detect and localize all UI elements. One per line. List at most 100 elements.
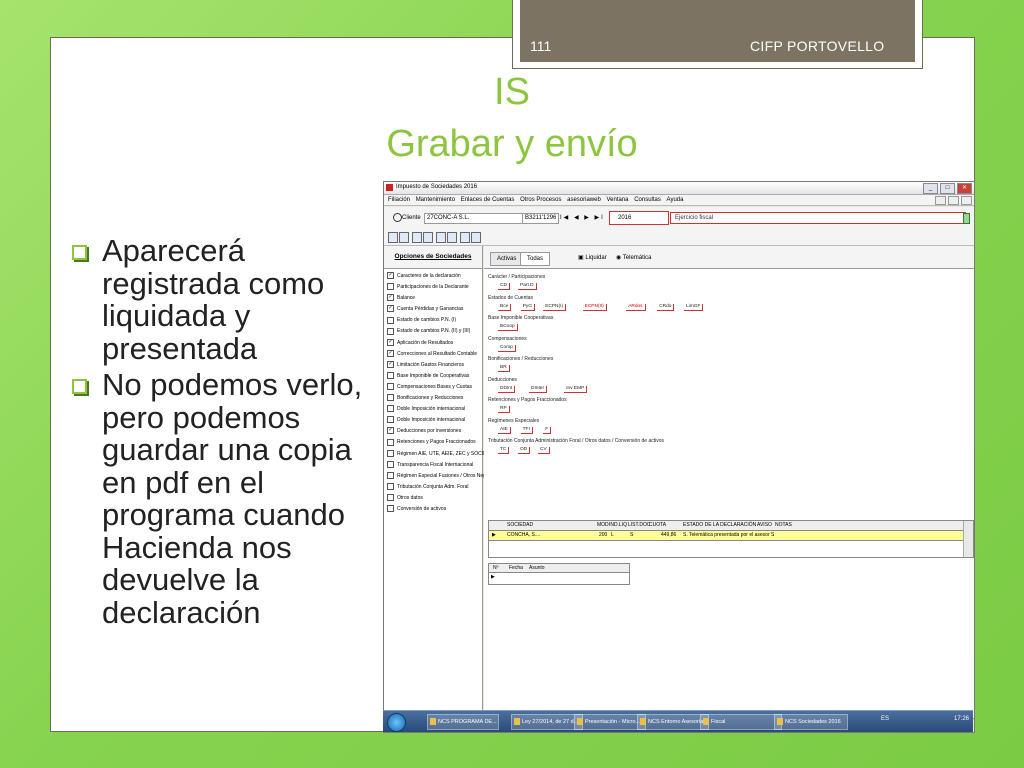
section-button[interactable]: Part.D xyxy=(518,283,537,290)
option-item[interactable]: Compensaciones Bases y Cuotas xyxy=(387,382,482,393)
close-button[interactable]: ✕ xyxy=(957,183,972,194)
section-button[interactable]: BR xyxy=(498,365,510,372)
option-checkbox[interactable]: ✓ xyxy=(387,338,394,346)
option-item[interactable]: Tributación Conjunta Adm. Foral xyxy=(387,482,482,493)
option-checkbox[interactable]: ✓ xyxy=(387,360,394,368)
section-button[interactable]: Comp xyxy=(498,344,516,352)
option-checkbox[interactable] xyxy=(387,460,394,468)
option-item[interactable]: ✓ Cuenta Pérdidas y Ganancias xyxy=(387,304,482,315)
option-checkbox[interactable]: ✓ xyxy=(387,427,394,435)
option-item[interactable]: Transparencia Fiscal Internacional xyxy=(387,460,482,471)
tab-activas[interactable]: Activas xyxy=(490,252,524,266)
section-button[interactable]: CD xyxy=(498,283,510,290)
taskbar-item[interactable]: Presentación - Micro... xyxy=(574,714,646,730)
section-button[interactable]: PyG xyxy=(520,303,535,311)
option-checkbox[interactable] xyxy=(387,438,394,446)
option-checkbox[interactable] xyxy=(387,316,394,324)
option-checkbox[interactable]: ✓ xyxy=(387,294,394,302)
menu-ventana[interactable]: Ventana xyxy=(606,195,628,205)
option-item[interactable]: Estado de cambios P.N. (II) y (III) xyxy=(387,326,482,337)
option-checkbox[interactable] xyxy=(387,394,394,402)
menu-enlaces[interactable]: Enlaces de Cuentas xyxy=(461,195,515,205)
option-item[interactable]: Base Imponible de Cooperativas xyxy=(387,371,482,382)
section-button[interactable]: DInter xyxy=(529,385,548,393)
grid-scrollbar[interactable] xyxy=(963,521,973,557)
option-checkbox[interactable]: ✓ xyxy=(387,272,394,280)
section-button[interactable]: CV xyxy=(538,447,550,454)
copy-icon[interactable] xyxy=(412,232,422,243)
option-item[interactable]: ✓ Balance xyxy=(387,293,482,304)
table-row[interactable]: ▶ CONCHA, S.... 200 L S 449,86 S. Telemá… xyxy=(489,531,963,541)
maximize-button[interactable]: □ xyxy=(940,183,955,194)
taskbar-item[interactable]: Ley 27/2014, de 27 d... xyxy=(511,714,583,730)
print-icon[interactable] xyxy=(399,232,409,243)
option-checkbox[interactable]: ✓ xyxy=(387,349,394,357)
section-button[interactable]: RP xyxy=(498,406,510,413)
option-checkbox[interactable] xyxy=(387,494,394,502)
section-button[interactable]: ECPN(II) xyxy=(582,303,607,311)
option-item[interactable]: Conversión de activos xyxy=(387,504,482,515)
option-checkbox[interactable] xyxy=(387,405,394,413)
option-checkbox[interactable] xyxy=(387,471,394,479)
client-nif-field[interactable]: B3211'1296 xyxy=(522,213,559,224)
option-item[interactable]: Otros datos xyxy=(387,493,482,504)
menu-ayuda[interactable]: Ayuda xyxy=(667,195,684,205)
option-checkbox[interactable]: ✓ xyxy=(387,305,394,313)
exit-icon[interactable] xyxy=(471,232,481,243)
option-checkbox[interactable] xyxy=(387,283,394,291)
option-checkbox[interactable] xyxy=(387,449,394,457)
option-item[interactable]: Régimen AIE, UTE, AEIE, ZEC y SOCIMI xyxy=(387,449,489,460)
option-item[interactable]: Doble Imposición internacional xyxy=(387,415,482,426)
mdi-close-button[interactable] xyxy=(961,196,972,205)
taskbar-item[interactable]: NCS Sociedades 2016 xyxy=(774,714,848,730)
option-item[interactable]: Bonificaciones y Reducciones xyxy=(387,393,482,404)
menu-otros-procesos[interactable]: Otros Procesos xyxy=(520,195,561,205)
menu-asesoriaweb[interactable]: asesoriaweb xyxy=(567,195,601,205)
option-item[interactable]: ✓ Deducciones por inversiones xyxy=(387,426,482,437)
option-checkbox[interactable] xyxy=(387,327,394,335)
menu-consultas[interactable]: Consultas xyxy=(634,195,661,205)
mdi-restore-button[interactable] xyxy=(948,196,959,205)
year-field[interactable]: 2016 xyxy=(609,211,669,225)
client-name-field[interactable]: 27CONC-A S.L. xyxy=(424,213,523,224)
ejercicio-field[interactable]: Ejercicio fiscal xyxy=(670,212,966,224)
section-button[interactable]: BCoop xyxy=(498,324,518,331)
telematica-button[interactable]: ◉ Telemática xyxy=(616,254,651,261)
option-item[interactable]: Régimen Especial Fusiones / Otros Negoci… xyxy=(387,471,498,482)
section-button[interactable]: AIE xyxy=(498,426,511,434)
option-item[interactable]: Participaciones de la Declarante xyxy=(387,282,482,293)
section-button[interactable]: CRdo xyxy=(657,303,675,311)
option-checkbox[interactable] xyxy=(387,505,394,513)
option-item[interactable]: Estado de cambios P.N. (I) xyxy=(387,315,482,326)
tab-todas[interactable]: Todas xyxy=(520,252,551,266)
liquidar-button[interactable]: ▣ Liquidar xyxy=(578,254,607,261)
option-item[interactable]: ✓ Caracteres de la declaración xyxy=(387,271,482,282)
option-item[interactable]: Doble Imposición internacional xyxy=(387,404,482,415)
option-checkbox[interactable] xyxy=(387,416,394,424)
mdi-minimize-button[interactable] xyxy=(935,196,946,205)
menu-filiacion[interactable]: Filiación xyxy=(388,195,410,205)
option-checkbox[interactable] xyxy=(387,372,394,380)
option-checkbox[interactable] xyxy=(387,482,394,490)
paste-icon[interactable] xyxy=(423,232,433,243)
option-item[interactable]: Retenciones y Pagos Fraccionados xyxy=(387,437,482,448)
section-button[interactable]: DDInt xyxy=(498,385,516,393)
section-button[interactable]: ARdos xyxy=(626,303,646,311)
section-button[interactable]: ECPN(I) xyxy=(543,303,567,311)
section-button[interactable]: TC xyxy=(498,447,510,454)
taskbar-item[interactable]: NCS PROGRAMA DE... xyxy=(427,714,499,730)
section-button[interactable]: Bce xyxy=(498,303,512,311)
section-button[interactable]: Inv EMP xyxy=(564,385,588,393)
record-navigation[interactable]: I◀ ◀ ▶ ▶I xyxy=(560,214,605,221)
help-icon[interactable] xyxy=(460,232,470,243)
start-button[interactable] xyxy=(387,713,406,732)
option-checkbox[interactable] xyxy=(387,383,394,391)
taskbar-item[interactable]: Fiscal xyxy=(700,714,782,730)
option-item[interactable]: ✓ Correcciones al Resultado Contable xyxy=(387,349,482,360)
section-button[interactable]: TFI xyxy=(520,426,533,434)
menu-mantenimiento[interactable]: Mantenimiento xyxy=(416,195,455,205)
minimize-button[interactable]: _ xyxy=(923,183,938,194)
section-button[interactable]: F xyxy=(543,426,552,434)
tools-icon[interactable] xyxy=(447,232,457,243)
option-item[interactable]: ✓ Aplicación de Resultados xyxy=(387,338,482,349)
